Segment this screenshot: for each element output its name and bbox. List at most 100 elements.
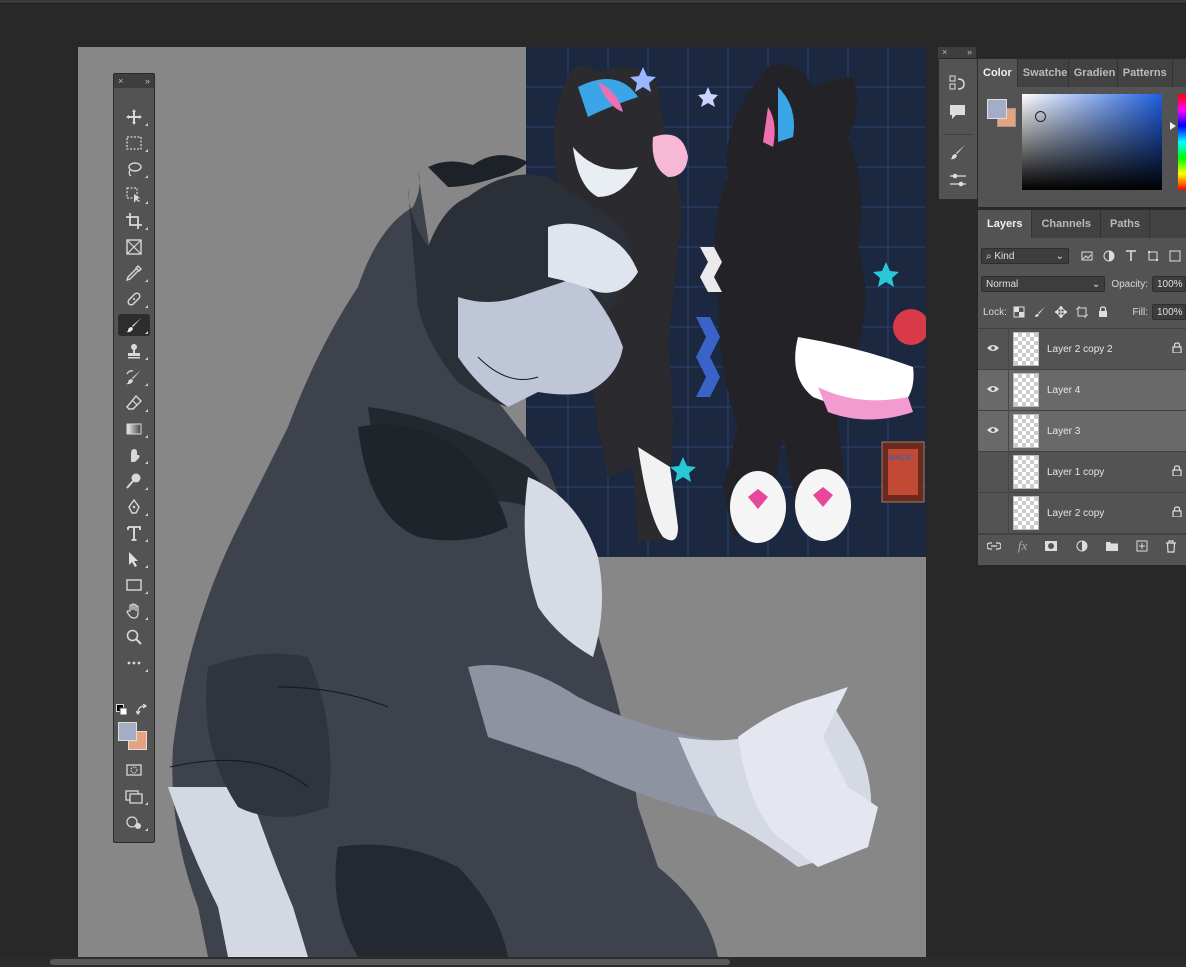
- move-tool[interactable]: [118, 106, 150, 128]
- layer-row[interactable]: Layer 4: [978, 369, 1186, 411]
- artwork: MAGIC: [168, 47, 926, 957]
- foreground-color-chip[interactable]: [987, 99, 1007, 119]
- fx-icon[interactable]: fx: [1018, 538, 1027, 554]
- tab-layers[interactable]: Layers: [978, 210, 1033, 238]
- zoom-tool[interactable]: [118, 626, 150, 648]
- lock-artboard-icon[interactable]: [1075, 306, 1088, 318]
- close-icon[interactable]: ×: [118, 76, 123, 86]
- layer-name[interactable]: Layer 1 copy: [1047, 467, 1172, 478]
- tab-paths[interactable]: Paths: [1101, 210, 1150, 238]
- screen-mode-button[interactable]: [118, 785, 150, 807]
- edit-toolbar-button[interactable]: [118, 811, 150, 833]
- frame-tool[interactable]: [118, 236, 150, 258]
- marquee-tool[interactable]: [118, 132, 150, 154]
- layer-row[interactable]: Layer 3: [978, 410, 1186, 452]
- layer-name[interactable]: Layer 3: [1047, 426, 1186, 437]
- collapse-icon[interactable]: »: [967, 47, 972, 58]
- layers-footer: fx: [978, 534, 1186, 557]
- scrollbar-thumb[interactable]: [50, 959, 730, 965]
- tools-panel-header[interactable]: × »: [114, 74, 154, 88]
- history-icon[interactable]: [948, 74, 968, 94]
- eraser-tool[interactable]: [118, 392, 150, 414]
- gradient-tool[interactable]: [118, 418, 150, 440]
- lock-pixels-icon[interactable]: [1034, 306, 1046, 318]
- layer-row[interactable]: Layer 1 copy: [978, 451, 1186, 493]
- layer-name[interactable]: Layer 4: [1047, 385, 1186, 396]
- frame-icon: [126, 239, 142, 255]
- swap-colors-icon[interactable]: [136, 704, 148, 716]
- mini-panel-dock: [938, 58, 978, 200]
- path-selection-tool[interactable]: [118, 548, 150, 570]
- smart-object-filter-icon[interactable]: [1169, 250, 1181, 262]
- more-tools-button[interactable]: [118, 652, 150, 674]
- link-layers-icon[interactable]: [986, 540, 1001, 552]
- pixel-filter-icon[interactable]: [1081, 250, 1093, 262]
- hue-slider[interactable]: [1178, 94, 1186, 190]
- visibility-toggle[interactable]: [978, 369, 1009, 411]
- lock-position-icon[interactable]: [1054, 306, 1067, 318]
- hue-slider-arrow[interactable]: [1170, 122, 1176, 130]
- new-layer-icon[interactable]: [1136, 540, 1148, 552]
- blend-mode-select[interactable]: Normal ⌄: [981, 276, 1106, 292]
- filter-kind-value: Kind: [994, 251, 1015, 262]
- comments-icon[interactable]: [948, 102, 968, 122]
- document-canvas[interactable]: MAGIC: [78, 47, 926, 957]
- brush-tool[interactable]: [118, 314, 150, 336]
- filter-kind-select[interactable]: ⌕ Kind ⌄: [981, 248, 1069, 264]
- pen-tool[interactable]: [118, 496, 150, 518]
- trash-icon[interactable]: [1165, 539, 1177, 553]
- type-tool[interactable]: [118, 522, 150, 544]
- quick-mask-button[interactable]: [118, 759, 150, 781]
- brush-settings-icon[interactable]: [948, 143, 968, 163]
- object-selection-tool[interactable]: [118, 184, 150, 206]
- visibility-toggle[interactable]: [978, 328, 1009, 370]
- rectangle-tool[interactable]: [118, 574, 150, 596]
- visibility-toggle[interactable]: [978, 492, 1009, 534]
- mini-panel-header[interactable]: × »: [938, 47, 976, 58]
- eraser-icon: [126, 394, 142, 410]
- horizontal-scrollbar[interactable]: [0, 957, 1186, 967]
- lock-all-icon[interactable]: [1097, 306, 1109, 318]
- hand-tool[interactable]: [118, 600, 150, 622]
- dodge-icon: [126, 473, 141, 489]
- layer-mask-icon[interactable]: [1044, 540, 1058, 552]
- lasso-tool[interactable]: [118, 158, 150, 180]
- tab-gradients[interactable]: Gradien: [1069, 59, 1118, 87]
- clone-stamp-tool[interactable]: [118, 340, 150, 362]
- tab-patterns[interactable]: Patterns: [1118, 59, 1173, 87]
- screen-mode-icon: [125, 790, 143, 804]
- visibility-toggle[interactable]: [978, 410, 1009, 452]
- layer-row[interactable]: Layer 2 copy 2: [978, 328, 1186, 370]
- healing-brush-tool[interactable]: [118, 288, 150, 310]
- shape-filter-icon[interactable]: [1147, 250, 1159, 262]
- adjustment-layer-icon[interactable]: [1076, 540, 1088, 552]
- history-brush-tool[interactable]: [118, 366, 150, 388]
- adjustments-icon[interactable]: [948, 171, 968, 191]
- close-icon[interactable]: ×: [942, 47, 947, 58]
- foreground-color-swatch[interactable]: [118, 722, 137, 741]
- adjustment-filter-icon[interactable]: [1103, 250, 1115, 262]
- smudge-tool[interactable]: [118, 444, 150, 466]
- layer-row[interactable]: Layer 2 copy: [978, 492, 1186, 534]
- tab-swatches[interactable]: Swatche: [1018, 59, 1069, 87]
- type-filter-icon[interactable]: [1125, 250, 1137, 262]
- visibility-toggle[interactable]: [978, 451, 1009, 493]
- layer-thumbnail: [1013, 496, 1039, 530]
- blend-row: Normal ⌄ Opacity: 100%: [978, 276, 1186, 292]
- rectangular-marquee-icon: [126, 136, 142, 150]
- layer-name[interactable]: Layer 2 copy: [1047, 508, 1172, 519]
- dodge-tool[interactable]: [118, 470, 150, 492]
- eyedropper-tool[interactable]: [118, 262, 150, 284]
- default-colors-icon[interactable]: [116, 704, 128, 716]
- folder-icon[interactable]: [1105, 540, 1119, 552]
- tab-channels[interactable]: Channels: [1032, 210, 1101, 238]
- lock-transparency-icon[interactable]: [1013, 306, 1025, 318]
- collapse-icon[interactable]: »: [145, 76, 150, 86]
- layer-name[interactable]: Layer 2 copy 2: [1047, 344, 1172, 355]
- opacity-input[interactable]: 100%: [1152, 276, 1186, 292]
- fill-input[interactable]: 100%: [1152, 304, 1186, 320]
- color-picker-cursor[interactable]: [1035, 111, 1046, 122]
- color-field[interactable]: [1022, 94, 1162, 190]
- crop-tool[interactable]: [118, 210, 150, 232]
- tab-color[interactable]: Color: [978, 59, 1018, 87]
